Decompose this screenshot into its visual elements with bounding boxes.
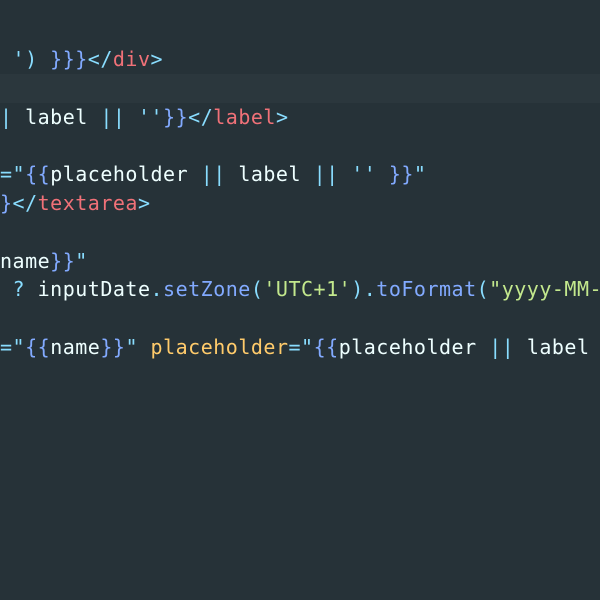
code-token: > (275, 104, 289, 129)
code-token: > (137, 191, 151, 215)
current-line[interactable] (0, 73, 600, 103)
code-line[interactable]: ? inputDate.setZone('UTC+1').toFormat("y… (0, 275, 600, 304)
code-token: </ (87, 47, 113, 71)
code-token: ( (476, 277, 490, 302)
code-line[interactable]: ="{{placeholder || label || '' }}" (0, 160, 600, 189)
code-token: </ (12, 191, 38, 215)
code-token: ') (0, 47, 51, 71)
code-token: setZone (163, 277, 251, 302)
code-token: placeholder (338, 335, 490, 359)
code-token: name (0, 248, 51, 273)
code-token: }} (163, 104, 189, 129)
code-token: textarea (37, 191, 138, 215)
code-token: inputDate (37, 277, 151, 302)
code-token: '' (351, 162, 389, 187)
code-token: || (313, 162, 352, 187)
code-token: | (0, 104, 26, 129)
code-token: placeholder (50, 162, 201, 187)
code-line[interactable]: name}}" (0, 247, 600, 276)
code-token: {{ (25, 162, 51, 187)
code-token: {{ (25, 335, 51, 359)
code-token: ? (0, 277, 38, 302)
code-token: div (112, 47, 151, 71)
code-token: }}} (50, 47, 88, 71)
code-token: || (100, 104, 138, 129)
code-line[interactable]: | label || ''}}</label> (0, 103, 600, 132)
code-token: || (200, 162, 239, 187)
code-token: }} (50, 248, 76, 273)
code-token: ). (351, 277, 377, 302)
code-token: "yyyy-MM- (489, 277, 600, 302)
code-token: label (213, 104, 276, 129)
code-token: label (25, 104, 101, 129)
code-token: . (150, 277, 164, 302)
code-line[interactable]: ') }}}</div> (0, 45, 600, 74)
code-token: }} (100, 335, 126, 359)
code-token: " (413, 162, 427, 187)
code-token: {{ (313, 335, 339, 359)
code-line[interactable] (0, 218, 600, 247)
code-token: }} (388, 162, 414, 187)
code-token: 'UTC+1' (263, 277, 352, 302)
code-line[interactable] (0, 131, 600, 160)
code-token: ( (250, 277, 264, 302)
code-editor[interactable]: ') }}}</div> | label || ''}}</label> ="{{p… (0, 0, 600, 600)
code-token: =" (0, 335, 26, 359)
code-token: label (526, 335, 590, 359)
code-token: > (150, 47, 164, 71)
code-token: '' (137, 104, 164, 129)
code-token: " (125, 335, 151, 359)
code-token: } (0, 191, 13, 215)
code-token: placeholder (150, 335, 289, 359)
code-token: " (75, 248, 88, 273)
code-token: || (489, 335, 527, 359)
code-token: =" (0, 162, 26, 187)
code-token: =" (288, 335, 314, 359)
code-line[interactable]: }</textarea> (0, 189, 600, 218)
code-line[interactable] (0, 304, 600, 333)
code-token: label (238, 162, 314, 187)
code-token: </ (188, 104, 214, 129)
code-line[interactable]: ="{{name}}" placeholder="{{placeholder |… (0, 333, 600, 362)
code-token: name (50, 335, 101, 359)
code-token: toFormat (376, 277, 477, 302)
